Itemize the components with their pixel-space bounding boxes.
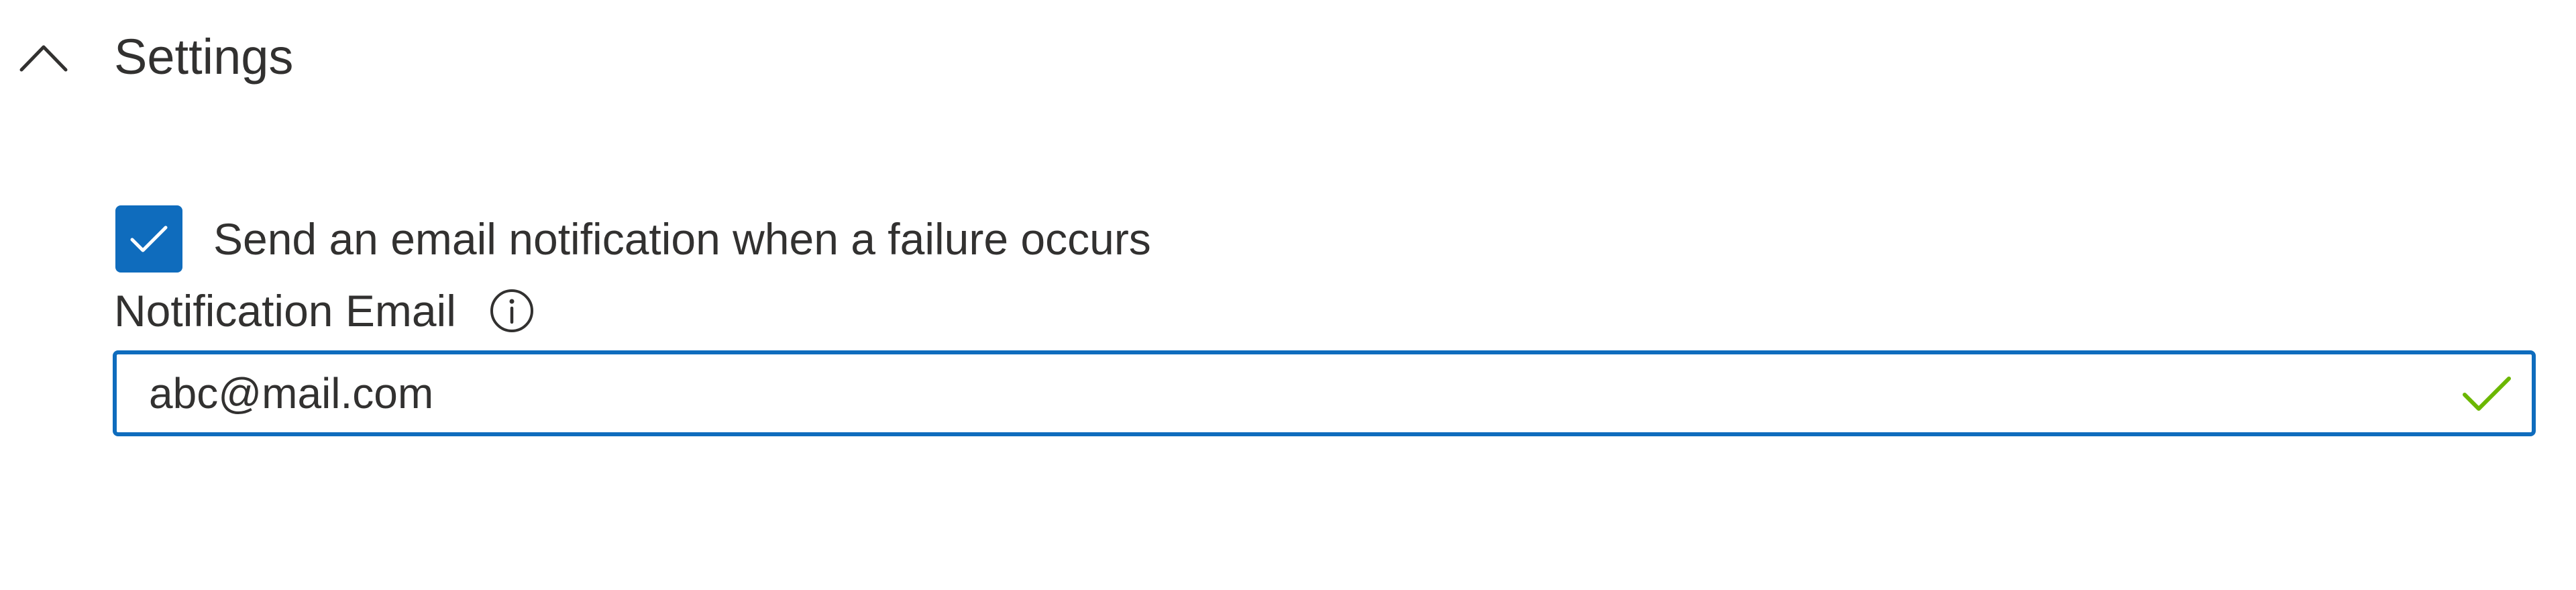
- section-title: Settings: [114, 29, 294, 85]
- checkbox-label: Send an email notification when a failur…: [213, 214, 1151, 264]
- email-notification-checkbox-row[interactable]: Send an email notification when a failur…: [115, 205, 1151, 273]
- email-notification-checkbox[interactable]: [115, 205, 182, 273]
- settings-section-header[interactable]: Settings: [19, 27, 293, 87]
- valid-checkmark-icon: [2457, 363, 2517, 424]
- settings-panel: Settings Send an email notification when…: [0, 0, 2576, 590]
- info-icon[interactable]: [490, 289, 534, 333]
- notification-email-input-box: [113, 350, 2536, 436]
- notification-email-input[interactable]: [117, 354, 2457, 432]
- email-field-label-row: Notification Email: [114, 281, 534, 341]
- email-field-label: Notification Email: [114, 286, 456, 336]
- chevron-up-icon[interactable]: [19, 32, 68, 82]
- checkmark-icon: [130, 226, 168, 252]
